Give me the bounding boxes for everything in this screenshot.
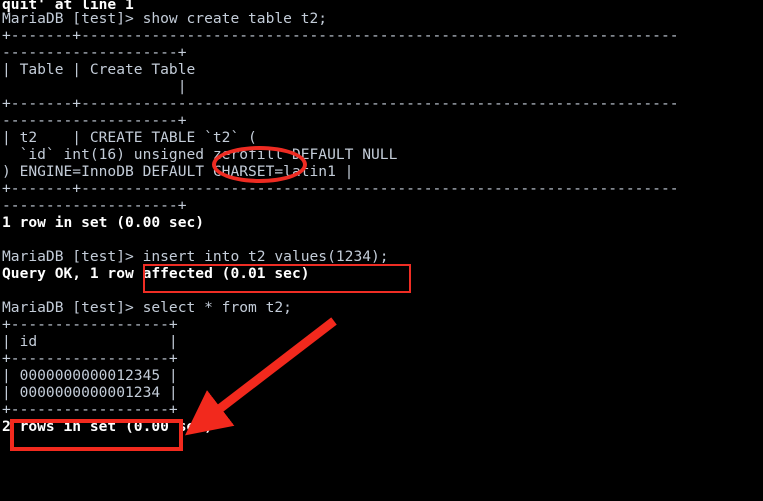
terminal-line: MariaDB [test]> show create table t2; xyxy=(2,10,328,27)
terminal-line: +-------+-------------------------------… xyxy=(2,27,679,44)
terminal-line: +------------------+ xyxy=(2,316,178,333)
terminal-line: +------------------+ xyxy=(2,350,178,367)
terminal-line: | Table | Create Table xyxy=(2,61,196,78)
terminal-line: Query OK, 1 row affected (0.01 sec) xyxy=(2,265,310,282)
terminal-line: 1 row in set (0.00 sec) xyxy=(2,214,205,231)
terminal-line: | t2 | CREATE TABLE `t2` ( xyxy=(2,129,257,146)
terminal-line: | xyxy=(2,78,187,95)
terminal-line: --------------------+ xyxy=(2,197,187,214)
terminal-line: +-------+-------------------------------… xyxy=(2,180,679,197)
terminal-line: +------------------+ xyxy=(2,401,178,418)
terminal-line: ) ENGINE=InnoDB DEFAULT CHARSET=latin1 | xyxy=(2,163,354,180)
terminal-line: +-------+-------------------------------… xyxy=(2,95,679,112)
terminal-line: --------------------+ xyxy=(2,112,187,129)
terminal-line: | id | xyxy=(2,333,178,350)
terminal-line: MariaDB [test]> insert into t2 values(12… xyxy=(2,248,389,265)
terminal-line: | 0000000000001234 | xyxy=(2,384,178,401)
terminal-line: | 0000000000012345 | xyxy=(2,367,178,384)
terminal-line: 2 rows in set (0.00 sec) xyxy=(2,418,213,435)
terminal-line: MariaDB [test]> select * from t2; xyxy=(2,299,292,316)
terminal-line: --------------------+ xyxy=(2,44,187,61)
terminal-line: `id` int(16) unsigned zerofill DEFAULT N… xyxy=(2,146,398,163)
terminal-window[interactable]: quit' at line 1 MariaDB [test]> show crea… xyxy=(0,0,763,501)
